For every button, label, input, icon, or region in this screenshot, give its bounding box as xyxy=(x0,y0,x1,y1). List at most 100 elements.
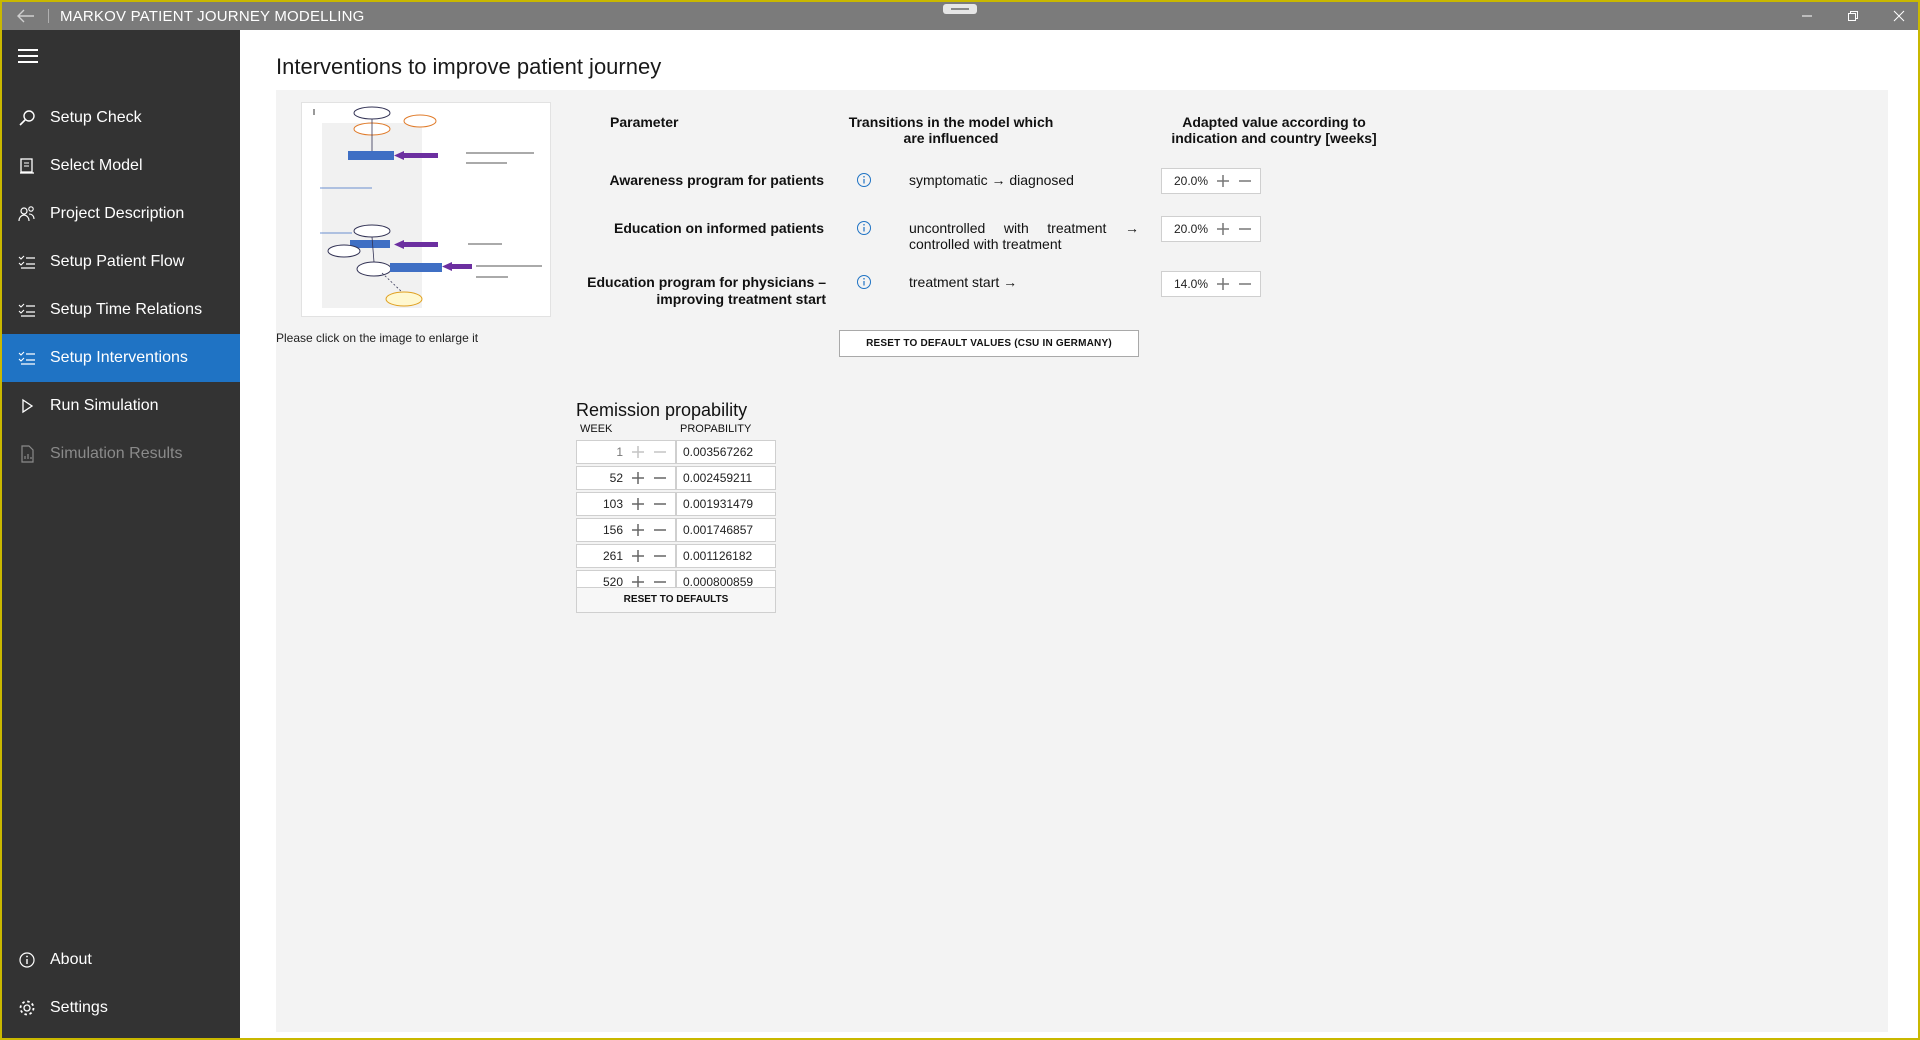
plus-icon[interactable] xyxy=(627,467,649,489)
plus-icon[interactable] xyxy=(1212,169,1234,193)
awareness-value-stepper[interactable]: 20.0% xyxy=(1161,168,1261,194)
param-education-physicians: Education program for physicians – impro… xyxy=(587,274,826,307)
back-arrow-icon[interactable] xyxy=(14,6,38,26)
sidebar-item-label: Setup Time Relations xyxy=(50,301,203,318)
remission-title: Remission propability xyxy=(576,400,748,420)
checklist-icon xyxy=(16,299,38,321)
window-title: MARKOV PATIENT JOURNEY MODELLING xyxy=(60,8,365,25)
reset-default-values-button[interactable]: RESET TO DEFAULT VALUES (CSU IN GERMANY) xyxy=(839,330,1139,357)
probability-field[interactable]: 0.002459211 xyxy=(676,466,776,490)
week-stepper[interactable]: 103 xyxy=(576,492,676,516)
patient-flow-diagram-image[interactable] xyxy=(301,102,551,317)
people-icon xyxy=(16,203,38,225)
minus-icon[interactable] xyxy=(1234,272,1256,296)
sidebar-item-run-simulation[interactable]: Run Simulation xyxy=(2,382,240,430)
info-icon[interactable] xyxy=(856,274,872,290)
week-value: 156 xyxy=(602,523,623,537)
stepper-value: 14.0% xyxy=(1173,277,1208,291)
reset-to-defaults-button[interactable]: RESET TO DEFAULTS xyxy=(576,587,776,613)
probability-field[interactable]: 0.001746857 xyxy=(676,518,776,542)
stepper-value: 20.0% xyxy=(1173,174,1208,188)
close-button[interactable] xyxy=(1876,2,1920,30)
restore-button[interactable] xyxy=(1830,2,1876,30)
plus-icon[interactable] xyxy=(1212,217,1234,241)
sidebar-item-simulation-results[interactable]: Simulation Results xyxy=(2,430,240,478)
week-value: 103 xyxy=(602,497,623,511)
plus-icon[interactable] xyxy=(627,493,649,515)
column-header-probability: PROPABILITY xyxy=(680,423,752,435)
sidebar-item-label: Setup Check xyxy=(50,109,142,126)
plus-icon[interactable] xyxy=(627,545,649,567)
drag-grip[interactable] xyxy=(943,4,977,14)
minus-icon[interactable] xyxy=(1234,217,1256,241)
hamburger-menu-icon[interactable] xyxy=(16,46,40,66)
sidebar-item-select-model[interactable]: Select Model xyxy=(2,142,240,190)
play-icon xyxy=(16,395,38,417)
sidebar: Setup Check Select Model Project Descrip… xyxy=(2,30,240,1038)
minus-icon[interactable] xyxy=(649,467,671,489)
week-value: 1 xyxy=(616,445,623,459)
plus-icon[interactable] xyxy=(627,441,649,463)
minimize-button[interactable] xyxy=(1784,2,1830,30)
title-bar: MARKOV PATIENT JOURNEY MODELLING xyxy=(2,2,1918,30)
minus-icon[interactable] xyxy=(649,545,671,567)
minus-icon[interactable] xyxy=(649,493,671,515)
image-caption: Please click on the image to enlarge it xyxy=(276,331,479,345)
sidebar-item-label: Settings xyxy=(50,999,108,1016)
week-stepper[interactable]: 1 xyxy=(576,440,676,464)
sidebar-item-label: Project Description xyxy=(50,205,185,222)
plus-icon[interactable] xyxy=(1212,272,1234,296)
param-awareness: Awareness program for patients xyxy=(609,172,824,188)
info-icon[interactable] xyxy=(856,220,872,236)
model-icon xyxy=(16,155,38,177)
sidebar-item-label: Simulation Results xyxy=(50,445,183,462)
sidebar-item-about[interactable]: About xyxy=(2,936,240,984)
week-stepper[interactable]: 261 xyxy=(576,544,676,568)
minus-icon[interactable] xyxy=(1234,169,1256,193)
report-icon xyxy=(16,443,38,465)
sidebar-item-label: About xyxy=(50,951,92,968)
info-icon xyxy=(16,949,38,971)
sidebar-item-label: Setup Patient Flow xyxy=(50,253,185,270)
checklist-icon xyxy=(16,347,38,369)
transition-awareness: symptomatic → diagnosed xyxy=(909,172,1074,188)
column-header-week: WEEK xyxy=(580,423,613,435)
sidebar-item-setup-patient-flow[interactable]: Setup Patient Flow xyxy=(2,238,240,286)
sidebar-item-label: Select Model xyxy=(50,157,143,174)
gear-icon xyxy=(16,997,38,1019)
sidebar-item-setup-time-relations[interactable]: Setup Time Relations xyxy=(2,286,240,334)
sidebar-item-project-description[interactable]: Project Description xyxy=(2,190,240,238)
table-row: 156 0.001746857 xyxy=(576,518,776,544)
header-adapted-value: Adapted value according to indication an… xyxy=(1171,114,1377,146)
minus-icon[interactable] xyxy=(649,441,671,463)
sidebar-item-settings[interactable]: Settings xyxy=(2,984,240,1032)
search-icon xyxy=(16,107,38,129)
week-value: 261 xyxy=(602,549,623,563)
transition-education-physicians: treatment start → xyxy=(909,274,1018,290)
sidebar-item-label: Run Simulation xyxy=(50,397,159,414)
minus-icon[interactable] xyxy=(649,519,671,541)
table-row: 1 0.003567262 xyxy=(576,440,776,466)
plus-icon[interactable] xyxy=(627,519,649,541)
education-informed-value-stepper[interactable]: 20.0% xyxy=(1161,216,1261,242)
probability-field[interactable]: 0.001126182 xyxy=(676,544,776,568)
sidebar-item-setup-check[interactable]: Setup Check xyxy=(2,94,240,142)
checklist-icon xyxy=(16,251,38,273)
probability-field[interactable]: 0.001931479 xyxy=(676,492,776,516)
page-title: Interventions to improve patient journey xyxy=(276,54,662,79)
param-education-informed: Education on informed patients xyxy=(613,220,824,236)
sidebar-item-label: Setup Interventions xyxy=(50,349,188,366)
week-stepper[interactable]: 156 xyxy=(576,518,676,542)
table-row: 52 0.002459211 xyxy=(576,466,776,492)
probability-field[interactable]: 0.003567262 xyxy=(676,440,776,464)
week-stepper[interactable]: 52 xyxy=(576,466,676,490)
table-row: 261 0.001126182 xyxy=(576,544,776,570)
education-physicians-value-stepper[interactable]: 14.0% xyxy=(1161,271,1261,297)
info-icon[interactable] xyxy=(856,172,872,188)
sidebar-item-setup-interventions[interactable]: Setup Interventions xyxy=(2,334,240,382)
main-content: Interventions to improve patient journey xyxy=(240,30,1918,1038)
transition-education-informed: uncontrolled with treatment → controlled… xyxy=(909,220,1139,252)
stepper-value: 20.0% xyxy=(1173,222,1208,236)
interventions-panel: Please click on the image to enlarge it … xyxy=(276,90,1888,1032)
header-parameter: Parameter xyxy=(610,114,679,130)
